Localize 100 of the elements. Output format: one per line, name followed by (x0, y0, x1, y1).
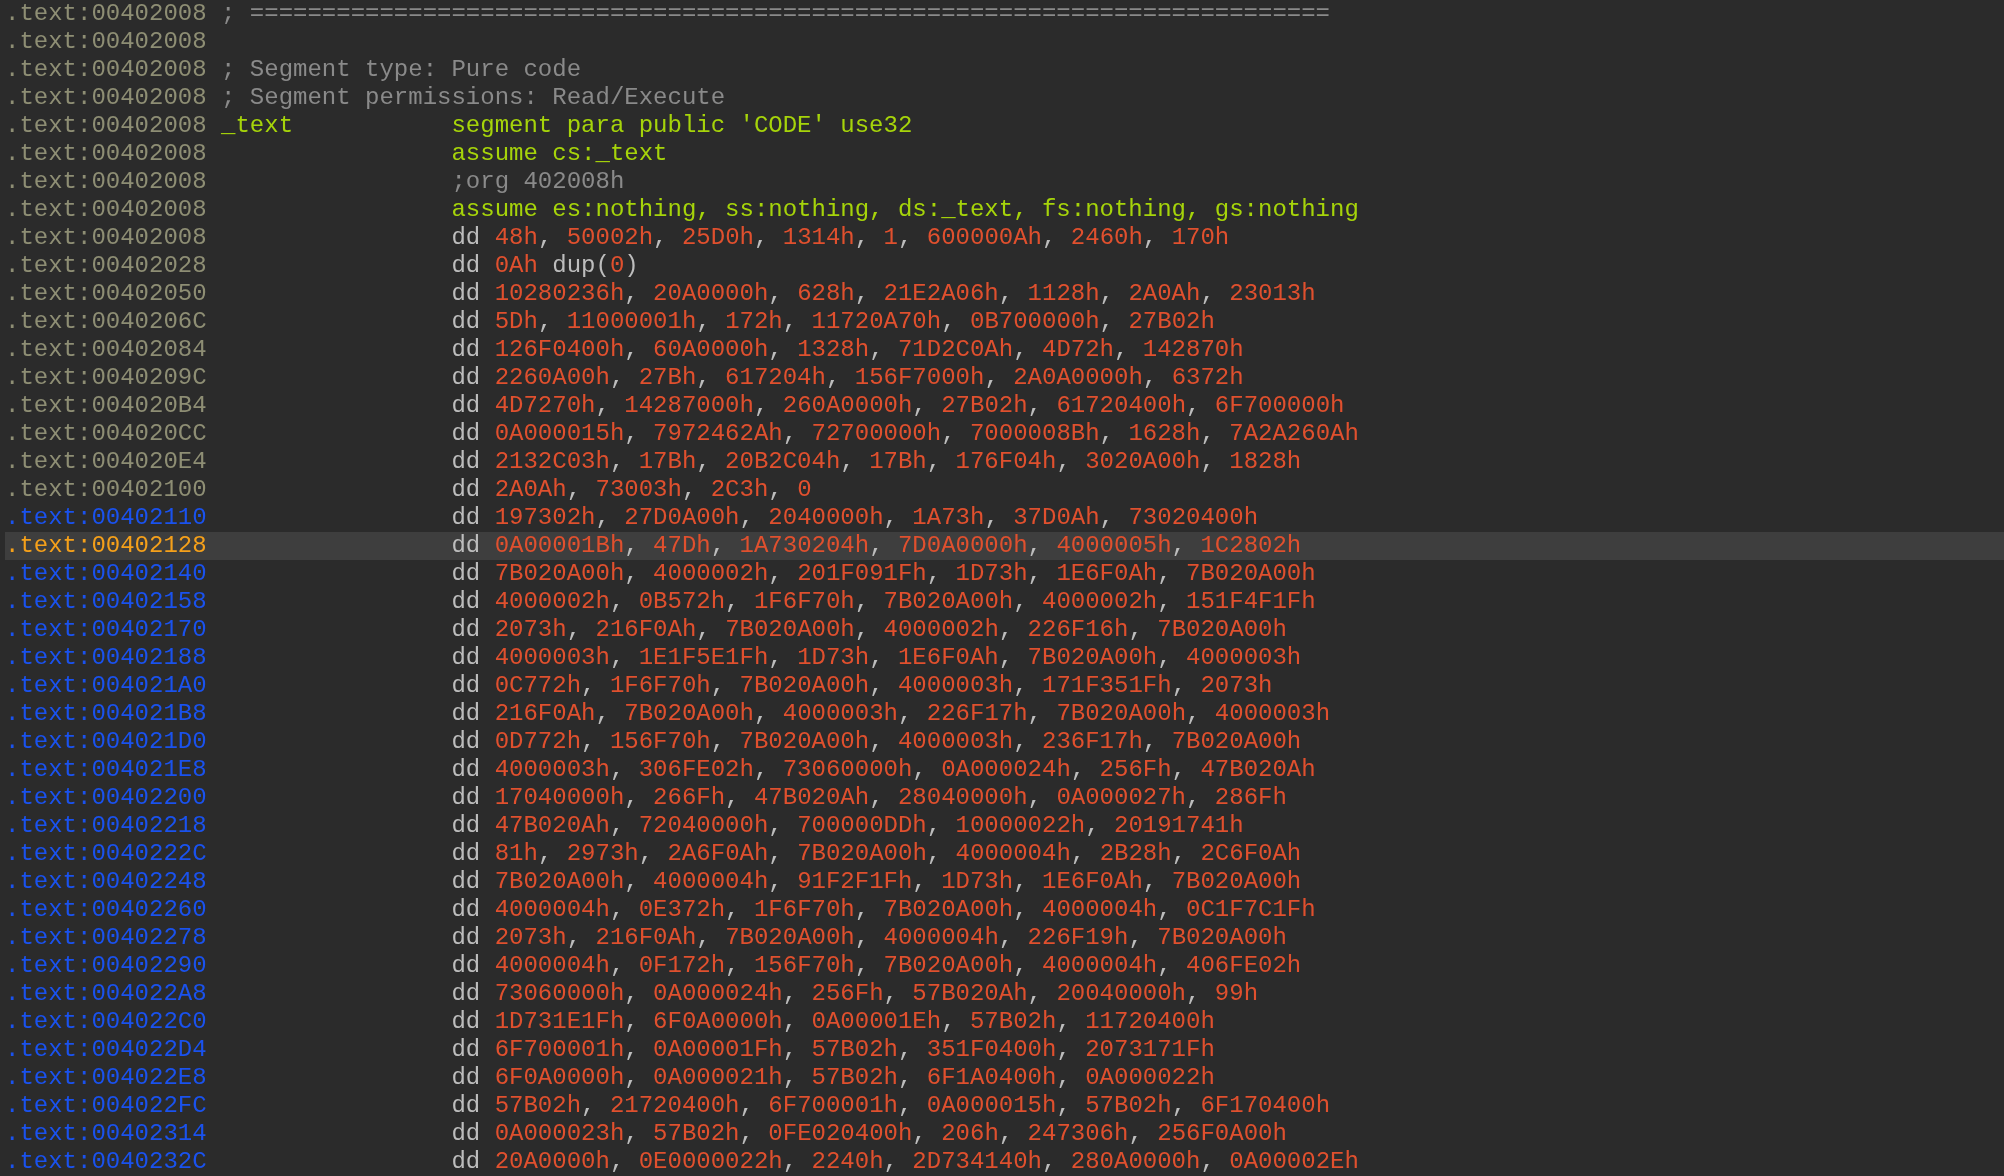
operands-text: 2260A00h, 27Bh, 617204h, 156F7000h, 2A0A0000h, 6372h (494, 364, 1244, 392)
address-text: .text:00402008 (5, 112, 207, 140)
address-text: .text:00402260 (5, 896, 207, 924)
address-text: .text:00402290 (5, 952, 207, 980)
mnemonic-text: dd (451, 476, 482, 504)
mnemonic-text: dd (451, 1148, 482, 1176)
listing-row[interactable]: .text:00402290 dd 4000004h, 0F172h, 156F70h, 7B020A00h, 4000004h, 406FE02h (5, 952, 2004, 980)
listing-row[interactable]: .text:00402260 dd 4000004h, 0E372h, 1F6F70h, 7B020A00h, 4000004h, 0C1F7C1Fh (5, 896, 2004, 924)
listing-row[interactable]: .text:00402050 dd 10280236h, 20A0000h, 628h, 21E2A06h, 1128h, 2A0Ah, 23013h (5, 280, 2004, 308)
listing-row[interactable]: .text:00402314 dd 0A000023h, 57B02h, 0FE020400h, 206h, 247306h, 256F0A00h (5, 1120, 2004, 1148)
mnemonic-text: dd (451, 840, 482, 868)
listing-row[interactable]: .text:004021D0 dd 0D772h, 156F70h, 7B020A00h, 4000003h, 236F17h, 7B020A00h (5, 728, 2004, 756)
operands-text: 4000004h, 0E372h, 1F6F70h, 7B020A00h, 4000004h, 0C1F7C1Fh (494, 896, 1316, 924)
mnemonic-text: dd (451, 616, 482, 644)
operands-text: 1D731E1Fh, 6F0A0000h, 0A00001Eh, 57B02h, 11720400h (494, 1008, 1215, 1036)
mnemonic-text: dd (451, 224, 482, 252)
mnemonic-text: dd (451, 280, 482, 308)
mnemonic-text: dd (451, 952, 482, 980)
operands-text: 4D7270h, 14287000h, 260A0000h, 27B02h, 61720400h, 6F700000h (494, 392, 1345, 420)
listing-row[interactable]: .text:00402008 (5, 28, 2004, 56)
listing-row[interactable]: .text:00402008 _text segment para public 'CODE' use32 (5, 112, 2004, 140)
operands-text: 57B02h, 21720400h, 6F700001h, 0A000015h, 57B02h, 6F170400h (494, 1092, 1331, 1120)
listing-row[interactable]: .text:00402170 dd 2073h, 216F0Ah, 7B020A00h, 4000002h, 226F16h, 7B020A00h (5, 616, 2004, 644)
listing-row[interactable]: .text:00402028 dd 0Ah dup(0) (5, 252, 2004, 280)
address-text: .text:00402140 (5, 560, 207, 588)
mnemonic-text: dd (451, 1120, 482, 1148)
address-text: .text:00402158 (5, 588, 207, 616)
mnemonic-text: dd (451, 1092, 482, 1120)
operands-text: 4000003h, 1E1F5E1Fh, 1D73h, 1E6F0Ah, 7B020A00h, 4000003h (494, 644, 1302, 672)
listing-row[interactable]: .text:00402008 dd 48h, 50002h, 25D0h, 1314h, 1, 600000Ah, 2460h, 170h (5, 224, 2004, 252)
address-text: .text:0040209C (5, 364, 207, 392)
listing-row[interactable]: .text:0040222C dd 81h, 2973h, 2A6F0Ah, 7B020A00h, 4000004h, 2B28h, 2C6F0Ah (5, 840, 2004, 868)
operands-text: 4000004h, 0F172h, 156F70h, 7B020A00h, 4000004h, 406FE02h (494, 952, 1302, 980)
listing-row[interactable]: .text:00402008 ;org 402008h (5, 168, 2004, 196)
listing-row[interactable]: .text:004021B8 dd 216F0Ah, 7B020A00h, 4000003h, 226F17h, 7B020A00h, 4000003h (5, 700, 2004, 728)
mnemonic-text: dd (451, 336, 482, 364)
mnemonic-text: dd (451, 1036, 482, 1064)
listing-row[interactable]: .text:00402128 dd 0A00001Bh, 47Dh, 1A730204h, 7D0A0000h, 4000005h, 1C2802h (5, 532, 2004, 560)
operands-text: 0A000023h, 57B02h, 0FE020400h, 206h, 247306h, 256F0A00h (494, 1120, 1287, 1148)
comment-text: ; Segment type: Pure code (221, 56, 582, 84)
address-text: .text:00402008 (5, 224, 207, 252)
operands-text: 6F0A0000h, 0A000021h, 57B02h, 6F1A0400h, 0A000022h (494, 1064, 1215, 1092)
listing-row[interactable]: .text:00402008 ; Segment permissions: Read/Execute (5, 84, 2004, 112)
listing-row[interactable]: .text:00402008 ; =========================================================================== (5, 0, 2004, 28)
operands-text: 48h, 50002h, 25D0h, 1314h, 1, 600000Ah, 2460h, 170h (494, 224, 1230, 252)
listing-row[interactable]: .text:00402008 assume cs:_text (5, 140, 2004, 168)
address-text: .text:004022D4 (5, 1036, 207, 1064)
operands-text: 20A0000h, 0E0000022h, 2240h, 2D734140h, 280A0000h, 0A00002Eh (494, 1148, 1359, 1176)
listing-row[interactable]: .text:004020B4 dd 4D7270h, 14287000h, 260A0000h, 27B02h, 61720400h, 6F700000h (5, 392, 2004, 420)
address-text: .text:00402218 (5, 812, 207, 840)
address-text: .text:0040206C (5, 308, 207, 336)
listing-row[interactable]: .text:00402140 dd 7B020A00h, 4000002h, 201F091Fh, 1D73h, 1E6F0Ah, 7B020A00h (5, 560, 2004, 588)
listing-row[interactable]: .text:004020CC dd 0A000015h, 7972462Ah, 72700000h, 7000008Bh, 1628h, 7A2A260Ah (5, 420, 2004, 448)
address-text: .text:00402008 (5, 140, 207, 168)
mnemonic-text: dd (451, 252, 482, 280)
label-text: _text (221, 112, 295, 140)
listing-row[interactable]: .text:004022D4 dd 6F700001h, 0A00001Fh, 57B02h, 351F0400h, 2073171Fh (5, 1036, 2004, 1064)
operands-text: 5Dh, 11000001h, 172h, 11720A70h, 0B700000h, 27B02h (494, 308, 1215, 336)
listing-row[interactable]: .text:00402008 assume es:nothing, ss:nothing, ds:_text, fs:nothing, gs:nothing (5, 196, 2004, 224)
listing-row[interactable]: .text:0040232C dd 20A0000h, 0E0000022h, 2240h, 2D734140h, 280A0000h, 0A00002Eh (5, 1148, 2004, 1176)
listing-row[interactable]: .text:004022FC dd 57B02h, 21720400h, 6F700001h, 0A000015h, 57B02h, 6F170400h (5, 1092, 2004, 1120)
address-text: .text:004020CC (5, 420, 207, 448)
listing-row[interactable]: .text:00402188 dd 4000003h, 1E1F5E1Fh, 1D73h, 1E6F0Ah, 7B020A00h, 4000003h (5, 644, 2004, 672)
address-text: .text:004021B8 (5, 700, 207, 728)
mnemonic-text: dd (451, 812, 482, 840)
mnemonic-text: dd (451, 644, 482, 672)
listing-row[interactable]: .text:00402200 dd 17040000h, 266Fh, 47B020Ah, 28040000h, 0A000027h, 286Fh (5, 784, 2004, 812)
listing-row[interactable]: .text:00402278 dd 2073h, 216F0Ah, 7B020A00h, 4000004h, 226F19h, 7B020A00h (5, 924, 2004, 952)
address-text: .text:00402050 (5, 280, 207, 308)
mnemonic-text: dd (451, 756, 482, 784)
address-text: .text:00402128 (5, 532, 207, 560)
address-text: .text:00402028 (5, 252, 207, 280)
directive-text: assume cs:_text (451, 140, 668, 168)
mnemonic-text: dd (451, 448, 482, 476)
listing-row[interactable]: .text:00402218 dd 47B020Ah, 72040000h, 700000DDh, 10000022h, 20191741h (5, 812, 2004, 840)
operands-text: 4000003h, 306FE02h, 73060000h, 0A000024h, 256Fh, 47B020Ah (494, 756, 1316, 784)
address-text: .text:00402200 (5, 784, 207, 812)
address-text: .text:00402008 (5, 56, 207, 84)
listing-row[interactable]: .text:0040209C dd 2260A00h, 27Bh, 617204h, 156F7000h, 2A0A0000h, 6372h (5, 364, 2004, 392)
listing-row[interactable]: .text:004021E8 dd 4000003h, 306FE02h, 73060000h, 0A000024h, 256Fh, 47B020Ah (5, 756, 2004, 784)
address-text: .text:0040232C (5, 1148, 207, 1176)
listing-row[interactable]: .text:00402100 dd 2A0Ah, 73003h, 2C3h, 0 (5, 476, 2004, 504)
listing-row[interactable]: .text:004022C0 dd 1D731E1Fh, 6F0A0000h, 0A00001Eh, 57B02h, 11720400h (5, 1008, 2004, 1036)
listing-row[interactable]: .text:00402158 dd 4000002h, 0B572h, 1F6F70h, 7B020A00h, 4000002h, 151F4F1Fh (5, 588, 2004, 616)
listing-row[interactable]: .text:00402248 dd 7B020A00h, 4000004h, 91F2F1Fh, 1D73h, 1E6F0Ah, 7B020A00h (5, 868, 2004, 896)
listing-row[interactable]: .text:0040206C dd 5Dh, 11000001h, 172h, 11720A70h, 0B700000h, 27B02h (5, 308, 2004, 336)
address-text: .text:004021A0 (5, 672, 207, 700)
listing-row[interactable]: .text:004022E8 dd 6F0A0000h, 0A000021h, 57B02h, 6F1A0400h, 0A000022h (5, 1064, 2004, 1092)
listing-row[interactable]: .text:004021A0 dd 0C772h, 1F6F70h, 7B020A00h, 4000003h, 171F351Fh, 2073h (5, 672, 2004, 700)
mnemonic-text: dd (451, 980, 482, 1008)
directive-text: segment para public 'CODE' use32 (451, 112, 913, 140)
operands-text: 126F0400h, 60A0000h, 1328h, 71D2C0Ah, 4D72h, 142870h (494, 336, 1244, 364)
listing-row[interactable]: .text:004022A8 dd 73060000h, 0A000024h, 256Fh, 57B020Ah, 20040000h, 99h (5, 980, 2004, 1008)
listing-row[interactable]: .text:00402084 dd 126F0400h, 60A0000h, 1328h, 71D2C0Ah, 4D72h, 142870h (5, 336, 2004, 364)
address-text: .text:00402008 (5, 196, 207, 224)
operands-text: 0A00001Bh, 47Dh, 1A730204h, 7D0A0000h, 4000005h, 1C2802h (494, 532, 1302, 560)
listing-row[interactable]: .text:00402110 dd 197302h, 27D0A00h, 2040000h, 1A73h, 37D0Ah, 73020400h (5, 504, 2004, 532)
listing-row[interactable]: .text:00402008 ; Segment type: Pure code (5, 56, 2004, 84)
listing-row[interactable]: .text:004020E4 dd 2132C03h, 17Bh, 20B2C04h, 17Bh, 176F04h, 3020A00h, 1828h (5, 448, 2004, 476)
address-text: .text:004022C0 (5, 1008, 207, 1036)
